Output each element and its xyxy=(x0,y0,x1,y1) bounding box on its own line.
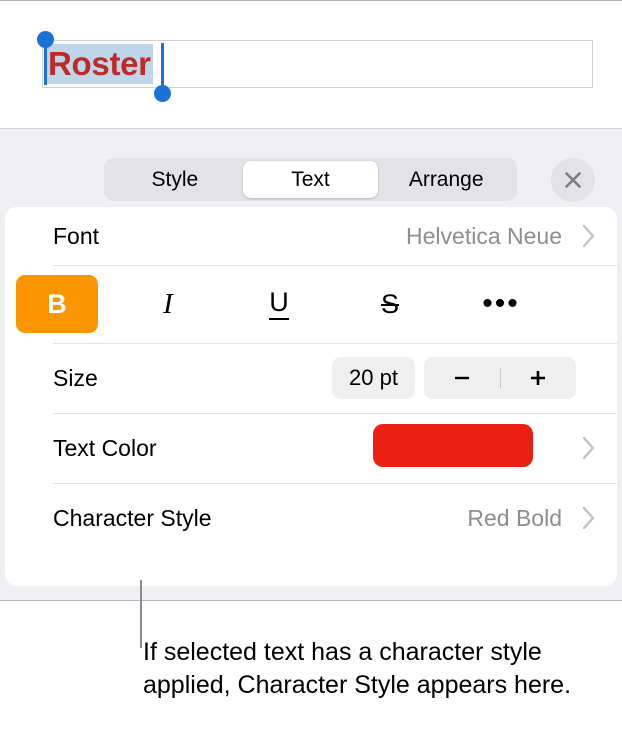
italic-glyph: I xyxy=(163,287,173,320)
size-decrement-button[interactable] xyxy=(424,357,500,399)
ellipsis-icon: ••• xyxy=(482,287,520,320)
character-style-label: Character Style xyxy=(53,504,212,531)
chevron-right-icon xyxy=(581,223,597,249)
font-label: Font xyxy=(53,222,100,249)
format-panel-header: Style Text Arrange xyxy=(0,129,622,207)
segmented-control[interactable]: Style Text Arrange xyxy=(104,158,517,201)
underline-glyph: U xyxy=(269,288,289,320)
more-options-button[interactable]: ••• xyxy=(460,275,542,333)
row-text-color[interactable]: Text Color xyxy=(5,413,617,483)
strikethrough-button[interactable]: S xyxy=(349,275,431,333)
chevron-right-icon xyxy=(581,505,597,531)
tab-arrange[interactable]: Arrange xyxy=(378,161,514,198)
strikethrough-glyph: S xyxy=(380,288,399,319)
tab-text[interactable]: Text xyxy=(242,161,379,198)
selection-start-bar xyxy=(44,43,47,85)
underline-button[interactable]: U xyxy=(238,275,320,333)
italic-button[interactable]: I xyxy=(127,275,209,333)
selection-start-handle[interactable] xyxy=(37,31,54,48)
character-style-value: Red Bold xyxy=(467,504,562,531)
format-options-list: Font Helvetica Neue B I U S ••• Size 20 … xyxy=(5,207,617,586)
selection-end-handle[interactable] xyxy=(154,85,171,102)
tab-style[interactable]: Style xyxy=(107,161,243,198)
size-stepper[interactable] xyxy=(424,357,576,399)
bold-glyph: B xyxy=(47,288,67,319)
text-color-swatch[interactable] xyxy=(373,424,533,467)
size-value: 20 pt xyxy=(349,365,398,390)
selected-title-text[interactable]: Roster xyxy=(46,44,153,84)
size-input[interactable]: 20 pt xyxy=(332,357,415,399)
callout-text: If selected text has a character style a… xyxy=(143,638,572,699)
chevron-right-icon xyxy=(581,435,597,461)
selection-end-bar xyxy=(161,43,164,85)
row-text-style-buttons: B I U S ••• xyxy=(5,265,617,343)
font-value: Helvetica Neue xyxy=(406,222,562,249)
minus-icon xyxy=(454,376,469,380)
plus-icon xyxy=(531,371,546,385)
format-panel: Style Text Arrange Font Helvetica Neue B… xyxy=(0,128,622,601)
tab-text-label: Text xyxy=(291,167,330,191)
text-color-label: Text Color xyxy=(53,434,157,461)
bold-button[interactable]: B xyxy=(16,275,98,333)
size-increment-button[interactable] xyxy=(501,357,577,399)
size-label: Size xyxy=(53,364,98,391)
close-icon xyxy=(562,169,584,191)
document-canvas: Roster xyxy=(0,0,622,128)
row-character-style[interactable]: Character Style Red Bold xyxy=(5,483,617,553)
row-font[interactable]: Font Helvetica Neue xyxy=(5,207,617,265)
row-font-size: Size 20 pt xyxy=(5,343,617,413)
tab-arrange-label: Arrange xyxy=(408,167,484,191)
callout-leader-line xyxy=(140,580,142,648)
tab-style-label: Style xyxy=(151,167,199,191)
close-button[interactable] xyxy=(551,158,595,202)
